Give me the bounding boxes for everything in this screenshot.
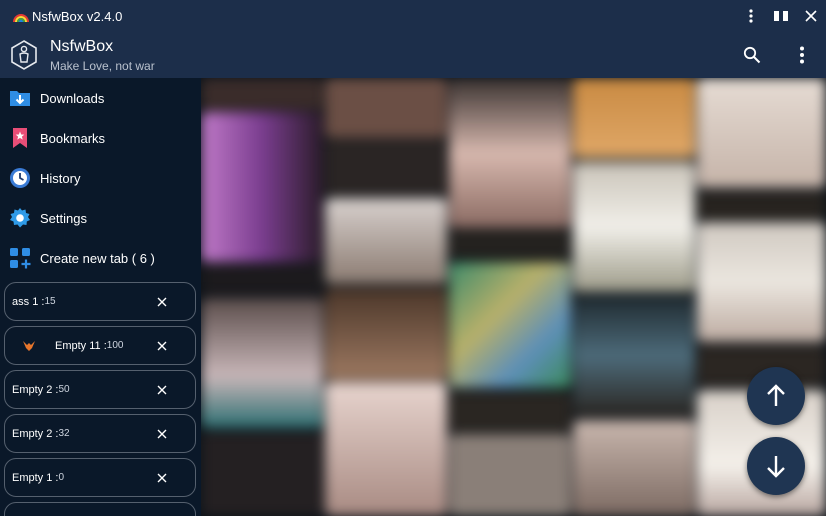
tab-name: Empty 2 :: [12, 427, 59, 440]
thumbnail[interactable]: [573, 78, 695, 158]
tab-item[interactable]: Empty 11 : 100: [4, 326, 196, 365]
close-icon: [157, 385, 167, 395]
thumbnail[interactable]: [697, 78, 826, 188]
image-grid-area: [201, 78, 826, 516]
site-favicon-icon: [19, 338, 39, 354]
thumbnail[interactable]: [201, 264, 323, 294]
scroll-down-button[interactable]: [747, 437, 805, 495]
bookmark-icon: [8, 126, 32, 150]
nav-downloads[interactable]: Downloads: [0, 78, 201, 118]
thumbnail[interactable]: [573, 296, 695, 416]
close-icon: [157, 473, 167, 483]
nav-settings[interactable]: Settings: [0, 198, 201, 238]
thumbnail[interactable]: [449, 434, 571, 516]
close-tab-button[interactable]: [153, 293, 171, 311]
tab-list: ass 1 : 15 Empty 11 : 100 Empty 2 : 50 E…: [0, 278, 201, 516]
tab-name: ass 1 :: [12, 295, 45, 308]
thumbnail[interactable]: [697, 222, 826, 342]
thumbnail[interactable]: [201, 78, 323, 110]
app-name: NsfwBox: [50, 37, 114, 55]
thumbnail[interactable]: [201, 298, 323, 428]
window-title: NsfwBox v2.4.0: [32, 8, 123, 24]
nav-label: Create new tab ( 6 ): [40, 250, 155, 266]
close-tab-button[interactable]: [153, 337, 171, 355]
window-menu-button[interactable]: [736, 0, 766, 32]
tab-name: Empty 11 :: [55, 339, 107, 352]
sidebar: Downloads Bookmarks History Settings Cre…: [0, 78, 201, 516]
thumbnail[interactable]: [573, 162, 695, 292]
tab-item[interactable]: Empty 2 : 50: [4, 370, 196, 409]
thumbnail[interactable]: [697, 192, 826, 220]
nav-label: Downloads: [40, 90, 105, 106]
tab-count: 15: [44, 296, 56, 307]
thumbnail[interactable]: [325, 78, 447, 138]
thumbnail[interactable]: [573, 420, 695, 516]
search-button[interactable]: [738, 41, 766, 69]
arrow-up-icon: [767, 384, 785, 406]
tab-item[interactable]: Empty 1 : 0: [4, 458, 196, 497]
thumbnail[interactable]: [449, 78, 571, 228]
rainbow-icon: [12, 9, 30, 23]
tab-name: Empty 2 :: [12, 383, 59, 396]
close-icon: [157, 341, 167, 351]
more-options-button[interactable]: [788, 41, 816, 69]
app-bar: NsfwBox Make Love, not war: [0, 32, 826, 78]
close-window-button[interactable]: [796, 0, 826, 32]
blurred-thumbnail-grid: [201, 78, 826, 516]
arrow-down-icon: [767, 456, 785, 478]
close-icon: [157, 429, 167, 439]
thumbnail[interactable]: [325, 198, 447, 284]
close-tab-button[interactable]: [153, 381, 171, 399]
tab-count: 32: [58, 428, 70, 439]
search-icon: [743, 46, 761, 64]
more-vert-icon: [800, 46, 804, 64]
tab-count: 50: [58, 384, 70, 395]
nav-label: Bookmarks: [40, 130, 106, 146]
nav-bookmarks[interactable]: Bookmarks: [0, 118, 201, 158]
thumbnail[interactable]: [325, 140, 447, 196]
thumbnail[interactable]: [449, 392, 571, 432]
tab-count: 100: [106, 340, 124, 351]
download-folder-icon: [8, 86, 32, 110]
gear-icon: [8, 206, 32, 230]
title-bar: NsfwBox v2.4.0: [0, 0, 826, 32]
tab-item[interactable]: Empty 2 : 32: [4, 414, 196, 453]
thumbnail[interactable]: [449, 262, 571, 388]
nav-history[interactable]: History: [0, 158, 201, 198]
close-tab-button[interactable]: [153, 469, 171, 487]
tab-item-partial[interactable]: [4, 502, 196, 516]
nav-create-tab[interactable]: Create new tab ( 6 ): [0, 238, 201, 278]
nav-label: Settings: [40, 210, 87, 226]
compact-mode-button[interactable]: [766, 0, 796, 32]
clock-icon: [8, 166, 32, 190]
thumbnail[interactable]: [325, 382, 447, 516]
thumbnail[interactable]: [325, 288, 447, 380]
thumbnail[interactable]: [201, 112, 323, 262]
close-icon: [157, 297, 167, 307]
scroll-up-button[interactable]: [747, 367, 805, 425]
add-tab-icon: [8, 246, 32, 270]
nav-label: History: [40, 170, 81, 186]
thumbnail[interactable]: [449, 230, 571, 258]
thumbnail[interactable]: [201, 432, 323, 516]
close-tab-button[interactable]: [153, 425, 171, 443]
tab-name: Empty 1 :: [12, 471, 59, 484]
tab-item[interactable]: ass 1 : 15: [4, 282, 196, 321]
tab-count: 0: [58, 472, 65, 483]
app-subtitle: Make Love, not war: [50, 58, 155, 73]
app-logo-icon: [10, 40, 38, 70]
